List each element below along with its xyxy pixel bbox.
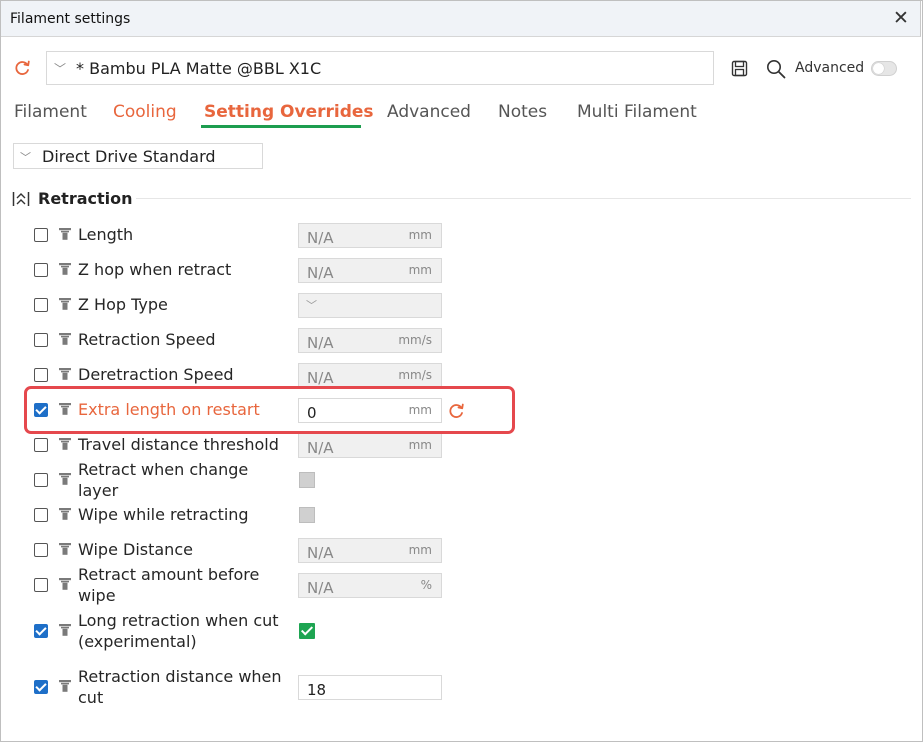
override-checkbox[interactable] [34,333,48,347]
chevron-down-icon: ﹀ [20,151,31,164]
close-icon[interactable]: ✕ [893,9,909,28]
save-icon[interactable] [731,60,748,77]
section-divider [136,198,911,199]
advanced-toggle[interactable] [871,61,897,76]
override-checkbox[interactable] [34,578,48,592]
lock-icon [59,624,71,636]
lock-icon [59,680,71,692]
value-input[interactable]: N/A mm [298,538,442,563]
setting-row: Long retraction when cut (experimental) [0,608,560,654]
unit-label: mm/s [398,333,432,347]
tab-notes[interactable]: Notes [498,102,547,122]
preset-select[interactable]: ﹀ * Bambu PLA Matte @BBL X1C [46,51,714,85]
value-input[interactable]: N/A% [298,573,442,598]
input-value: N/A [307,264,334,282]
setting-row: Retract amount before wipe N/A% [0,562,560,608]
lock-icon [59,508,71,520]
value-checkbox[interactable] [299,507,315,523]
override-checkbox[interactable] [34,624,48,638]
value-input[interactable]: N/A mm/s [298,363,442,388]
reset-icon[interactable] [13,59,32,76]
unit-label: mm/s [398,368,432,382]
highlight-annotation [24,386,515,434]
lock-icon [59,543,71,555]
search-icon[interactable] [766,59,786,79]
lock-icon [59,438,71,450]
setting-label: Travel distance threshold [78,435,279,454]
setting-label: Retraction Speed [78,330,216,349]
tab-cooling[interactable]: Cooling [113,102,177,122]
override-checkbox[interactable] [34,438,48,452]
tab-advanced[interactable]: Advanced [387,102,471,122]
override-checkbox[interactable] [34,508,48,522]
input-value: N/A [307,229,334,247]
setting-label: Wipe while retracting [78,505,249,524]
value-input[interactable]: N/A mm [298,258,442,283]
tab-setting-overrides[interactable]: Setting Overrides [204,102,374,122]
setting-label: Z Hop Type [78,295,168,314]
lock-icon [59,368,71,380]
setting-row: Retraction distance when cut 18 [0,664,560,710]
tab-multi-filament[interactable]: Multi Filament [577,102,697,122]
tab-filament[interactable]: Filament [14,102,87,122]
unit-label: % [420,578,432,592]
input-value: N/A [307,369,334,387]
lock-icon [59,298,71,310]
input-value: N/A [307,579,334,597]
window-title: Filament settings [10,11,131,27]
collapse-icon[interactable] [12,190,30,208]
lock-icon [59,333,71,345]
lock-icon [59,228,71,240]
title-bar: Filament settings ✕ [0,0,921,37]
value-input[interactable]: N/A mm [298,433,442,458]
active-tab-underline [201,125,361,128]
setting-label: Wipe Distance [78,540,193,559]
lock-icon [59,263,71,275]
chevron-down-icon: ﹀ [54,62,67,76]
lock-icon [59,578,71,590]
setting-label: Retraction distance when cut [78,667,282,707]
value-input[interactable]: N/A mm [298,223,442,248]
lock-icon [59,473,71,485]
section-title: Retraction [38,189,133,208]
override-checkbox[interactable] [34,228,48,242]
value-checkbox[interactable] [299,623,315,639]
input-value: N/A [307,544,334,562]
setting-label: Retract amount before wipe [78,565,260,605]
setting-label: Long retraction when cut (experimental) [78,611,279,651]
input-value: N/A [307,334,334,352]
value-input[interactable]: N/A mm/s [298,328,442,353]
input-value: N/A [307,439,334,457]
chevron-down-icon: ﹀ [306,299,317,312]
advanced-label: Advanced [795,60,865,76]
setting-label: Z hop when retract [78,260,232,279]
value-checkbox[interactable] [299,472,315,488]
unit-label: mm [408,543,432,557]
setting-label: Length [78,225,134,244]
override-checkbox[interactable] [34,680,48,694]
override-checkbox[interactable] [34,298,48,312]
override-checkbox[interactable] [34,543,48,557]
unit-label: mm [408,263,432,277]
value-input[interactable]: 18 [298,675,442,700]
unit-label: mm [408,438,432,452]
unit-label: mm [408,228,432,242]
value-select[interactable]: ﹀ [298,293,442,318]
override-checkbox[interactable] [34,263,48,277]
toggle-knob [873,63,884,74]
extruder-profile-value: Direct Drive Standard [42,147,216,166]
extruder-profile-select[interactable]: ﹀ Direct Drive Standard [13,143,263,169]
preset-name: * Bambu PLA Matte @BBL X1C [76,59,322,78]
override-checkbox[interactable] [34,368,48,382]
override-checkbox[interactable] [34,473,48,487]
input-value: 18 [307,681,327,699]
setting-label: Deretraction Speed [78,365,234,384]
